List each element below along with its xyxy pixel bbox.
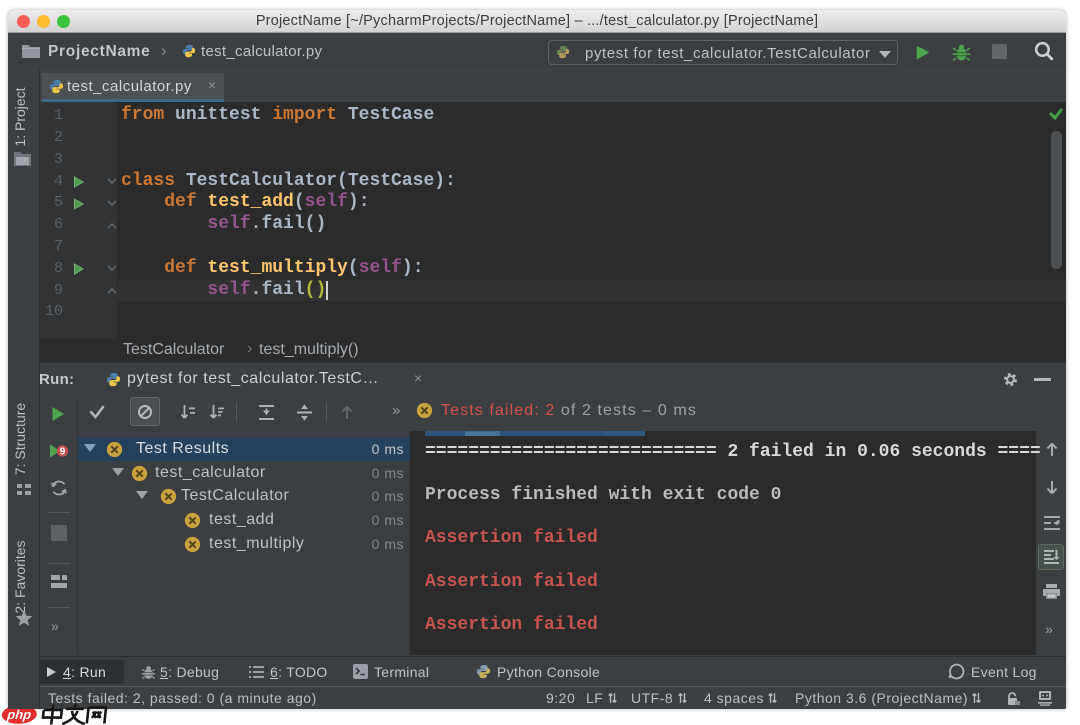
svg-text:9: 9 xyxy=(60,447,66,458)
svg-text:php: php xyxy=(6,707,32,722)
